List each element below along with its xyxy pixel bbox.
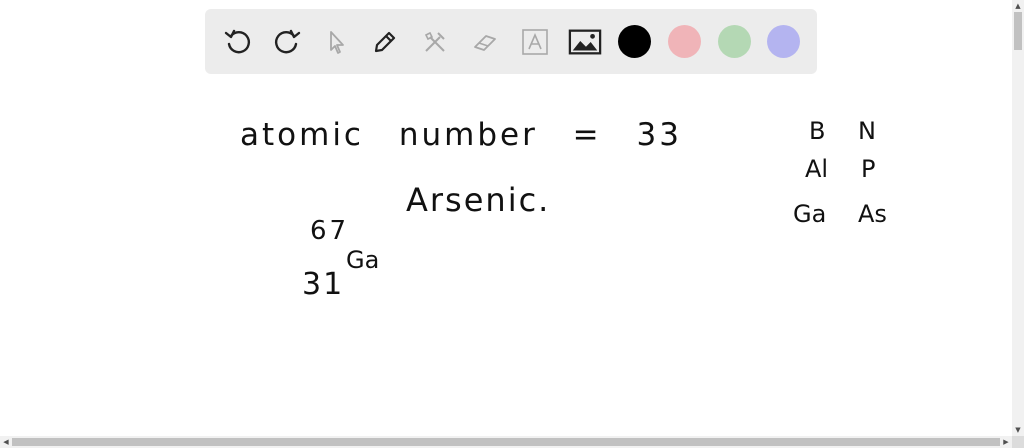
eraser-tool-button[interactable]: [468, 25, 502, 59]
horizontal-scrollbar[interactable]: ◀ ▶: [0, 436, 1012, 448]
handwritten-element-symbol: Ga: [346, 246, 380, 274]
redo-icon: [275, 29, 301, 54]
image-tool-button[interactable]: [568, 25, 602, 59]
vertical-scrollbar[interactable]: ▲ ▼: [1012, 0, 1024, 436]
undo-button[interactable]: [221, 25, 255, 59]
scroll-up-arrow[interactable]: ▲: [1012, 0, 1024, 12]
horizontal-scroll-thumb[interactable]: [12, 438, 1000, 446]
scrollbar-corner: [1012, 436, 1024, 448]
pen-tool-button[interactable]: [368, 25, 402, 59]
color-swatch-black[interactable]: [618, 25, 651, 58]
handwritten-periodic-cell: P: [861, 155, 876, 183]
text-icon: [522, 29, 548, 55]
drawing-canvas[interactable]: atomic number = 33 Arsenic. 67 31 Ga B N…: [0, 0, 1012, 436]
handwritten-mass-number: 67: [310, 216, 350, 246]
color-swatch-green[interactable]: [718, 25, 751, 58]
color-swatch-blue[interactable]: [767, 25, 800, 58]
scroll-down-arrow[interactable]: ▼: [1012, 424, 1024, 436]
text-tool-button[interactable]: [518, 25, 552, 59]
tools-icon: [424, 31, 445, 52]
tools-button[interactable]: [418, 25, 452, 59]
handwritten-periodic-cell: As: [858, 200, 887, 228]
eraser-icon: [474, 35, 496, 51]
select-tool-button[interactable]: [319, 25, 353, 59]
handwritten-periodic-cell: Al: [805, 155, 829, 183]
redo-button[interactable]: [270, 25, 304, 59]
color-swatch-red[interactable]: [668, 25, 701, 58]
image-icon: [568, 29, 602, 55]
handwritten-periodic-cell: N: [858, 117, 876, 145]
undo-icon: [224, 29, 250, 54]
scroll-left-arrow[interactable]: ◀: [0, 436, 12, 448]
handwritten-atomic-number: 31: [302, 267, 345, 302]
scroll-right-arrow[interactable]: ▶: [1000, 436, 1012, 448]
handwritten-periodic-cell: Ga: [793, 200, 827, 228]
handwritten-atomic-number-line: atomic number = 33: [240, 117, 682, 153]
handwritten-arsenic: Arsenic.: [406, 181, 551, 219]
handwritten-periodic-cell: B: [809, 117, 826, 145]
whiteboard-toolbar: [205, 9, 817, 74]
pen-icon: [374, 31, 396, 53]
select-pointer-icon: [330, 31, 344, 54]
vertical-scroll-thumb[interactable]: [1014, 12, 1022, 50]
